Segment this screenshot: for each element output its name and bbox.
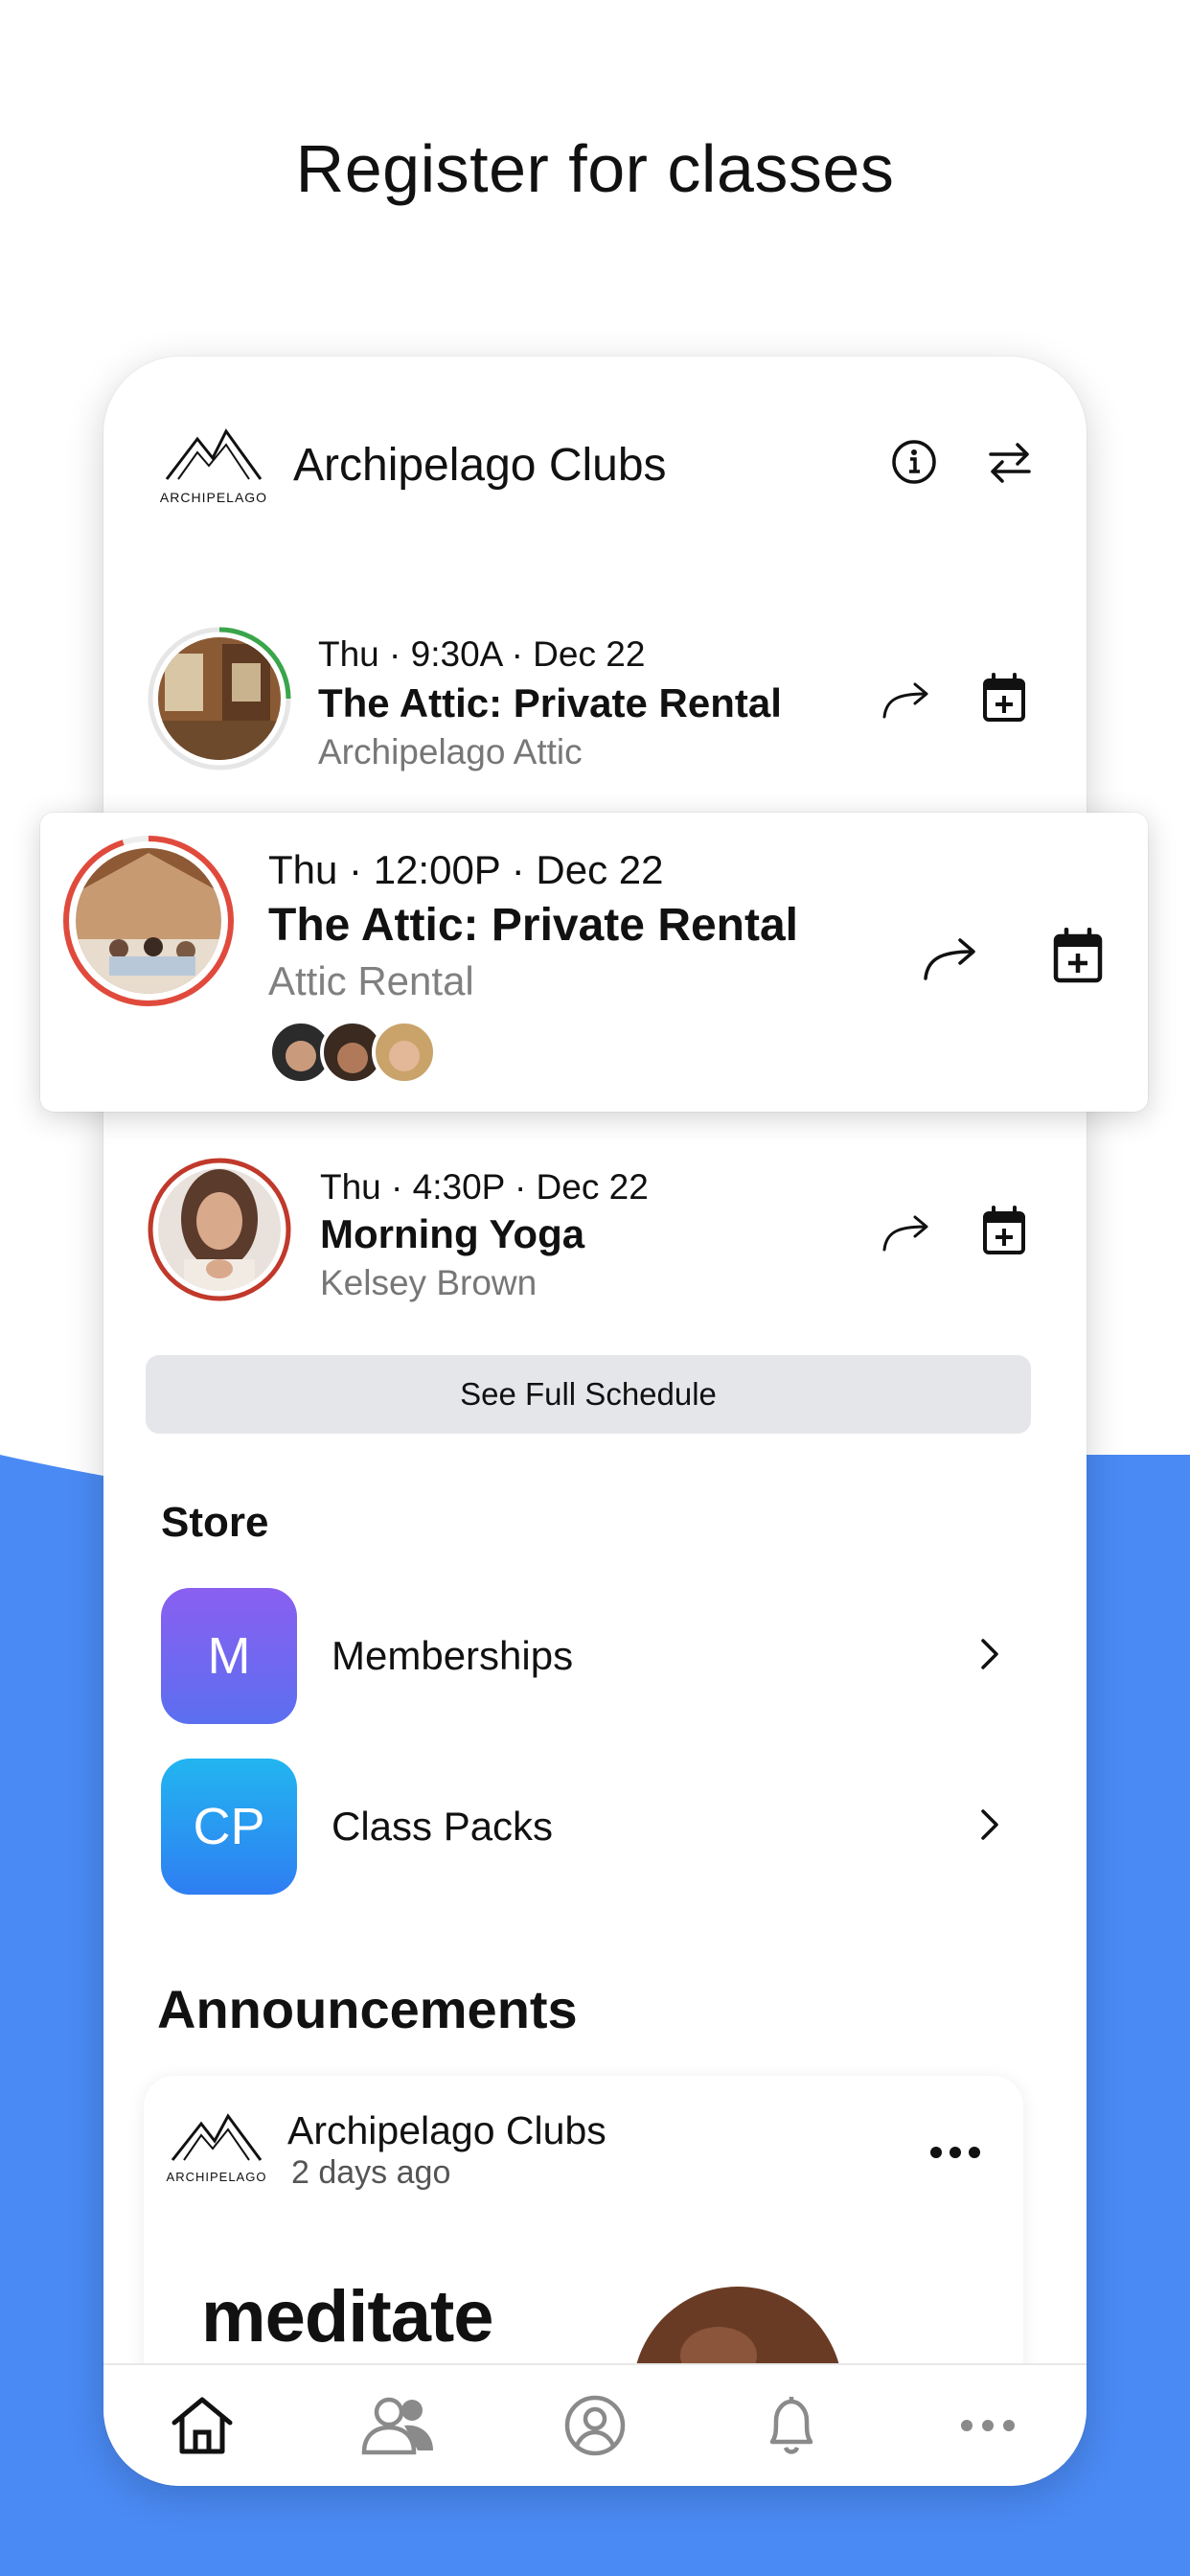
class-time: Thu · 12:00P · Dec 22 <box>268 847 664 892</box>
add-calendar-icon[interactable] <box>977 669 1031 726</box>
phone-screen: ARCHIPELAGO Archipelago Clubs Thu · 9:30… <box>103 356 1087 2486</box>
add-calendar-icon[interactable] <box>1048 924 1108 987</box>
class-avatar <box>61 834 236 1008</box>
class-name: Morning Yoga <box>320 1211 585 1256</box>
see-full-schedule-button[interactable]: See Full Schedule <box>146 1355 1031 1434</box>
class-packs-badge: CP <box>161 1759 297 1895</box>
class-location: Attic Rental <box>268 958 474 1003</box>
class-avatar <box>146 625 293 772</box>
class-time: Thu · 4:30P · Dec 22 <box>320 1167 649 1207</box>
share-icon[interactable] <box>878 1206 935 1259</box>
add-calendar-icon[interactable] <box>977 1202 1031 1259</box>
bell-icon[interactable] <box>734 2378 849 2473</box>
announcements-title: Announcements <box>157 1979 578 2039</box>
class-location: Kelsey Brown <box>320 1263 538 1302</box>
chevron-right-icon <box>975 1635 1004 1678</box>
club-name: Archipelago Clubs <box>293 440 667 491</box>
club-logo: ARCHIPELAGO <box>157 418 270 514</box>
memberships-badge: M <box>161 1588 297 1724</box>
more-options-icon[interactable] <box>922 2133 989 2172</box>
share-icon[interactable] <box>918 930 985 987</box>
store-item-class-packs[interactable]: CP Class Packs <box>161 1758 1004 1896</box>
attendee-avatars <box>268 1018 460 1087</box>
store-item-label: Class Packs <box>332 1804 554 1849</box>
svg-text:ARCHIPELAGO: ARCHIPELAGO <box>160 490 267 505</box>
profile-icon[interactable] <box>538 2378 652 2473</box>
chevron-right-icon <box>975 1806 1004 1849</box>
class-location: Archipelago Attic <box>318 732 583 771</box>
class-name: The Attic: Private Rental <box>268 900 799 951</box>
page-headline: Register for classes <box>295 131 895 206</box>
store-item-memberships[interactable]: M Memberships <box>161 1587 1004 1725</box>
share-icon[interactable] <box>878 673 935 726</box>
class-time: Thu · 9:30A · Dec 22 <box>318 634 646 674</box>
more-icon[interactable] <box>930 2378 1045 2473</box>
info-icon[interactable] <box>887 435 941 489</box>
class-avatar <box>146 1156 293 1303</box>
swap-icon[interactable] <box>983 435 1037 489</box>
post-author: Archipelago Clubs <box>287 2108 606 2152</box>
home-icon[interactable] <box>145 2378 260 2473</box>
post-time: 2 days ago <box>291 2154 451 2191</box>
store-item-label: Memberships <box>332 1633 574 1678</box>
class-row-highlighted[interactable]: Thu · 12:00P · Dec 22 The Attic: Private… <box>40 813 1148 1112</box>
people-icon[interactable] <box>341 2378 456 2473</box>
store-title: Store <box>161 1499 269 1546</box>
bottom-nav <box>103 2363 1087 2486</box>
class-name: The Attic: Private Rental <box>318 680 782 725</box>
svg-text:ARCHIPELAGO: ARCHIPELAGO <box>167 2170 267 2184</box>
author-logo: ARCHIPELAGO <box>165 2104 268 2191</box>
